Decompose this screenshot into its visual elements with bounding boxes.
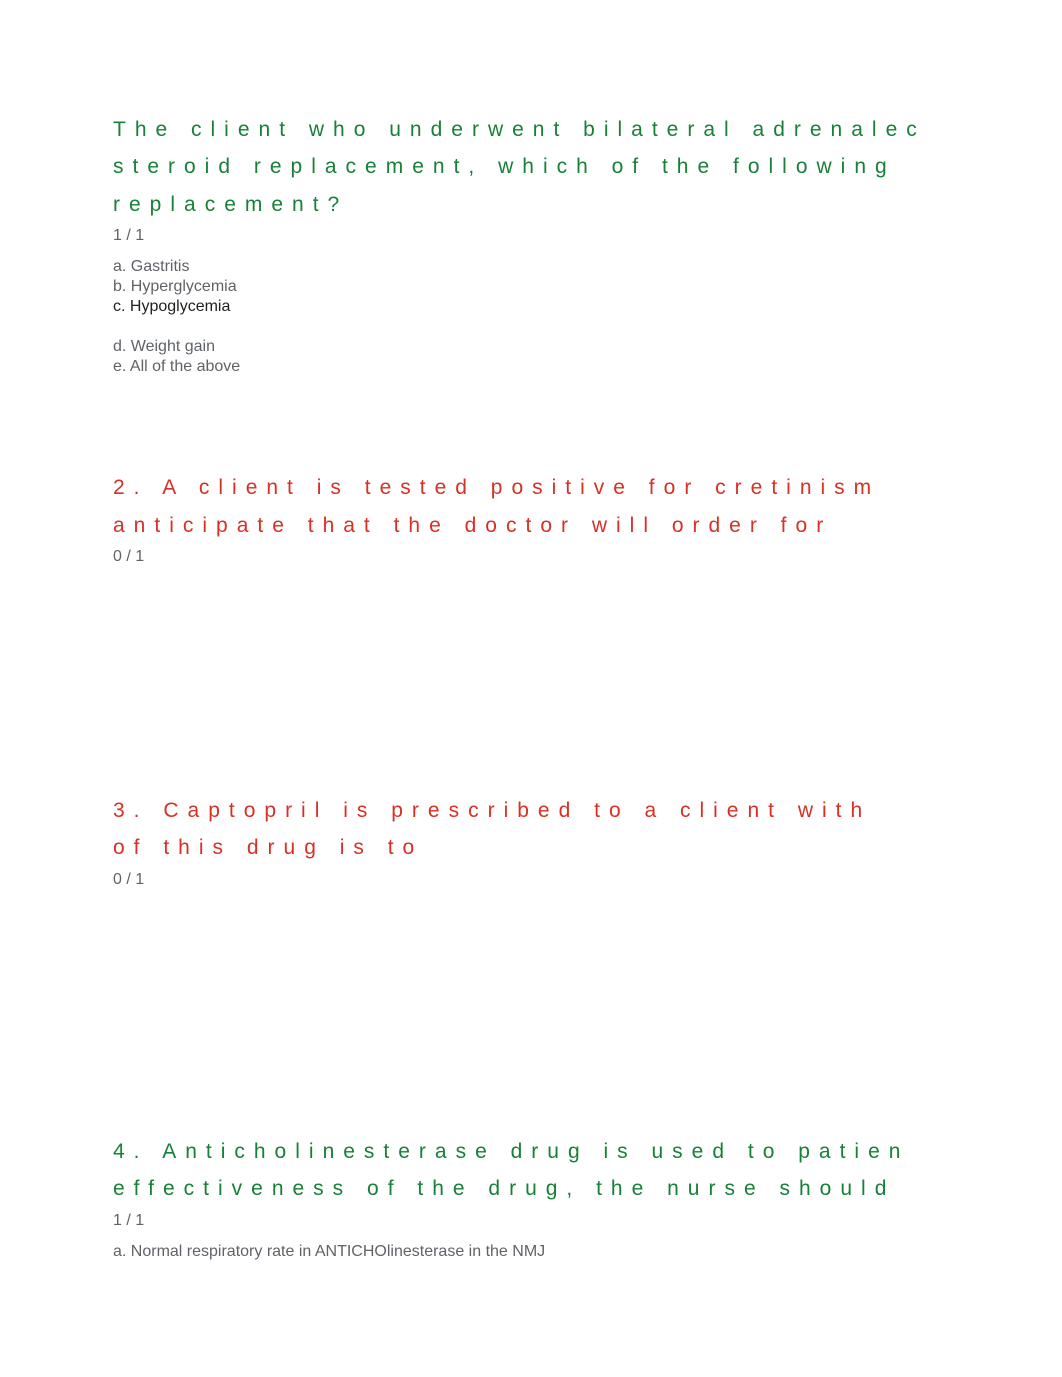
question-3-line-2: of this drug is to (113, 833, 1062, 862)
question-4-line-1: 4. Anticholinesterase drug is used to pa… (113, 1137, 1062, 1166)
question-1-line-1: The client who underwent bilateral adren… (113, 115, 1062, 144)
question-1-option-b: b. Hyperglycemia (113, 277, 1062, 297)
question-4-option-a: a. Normal respiratory rate in ANTICHOlin… (113, 1242, 1062, 1262)
question-4-score: 1 / 1 (113, 1212, 1062, 1230)
question-2-score: 0 / 1 (113, 548, 1062, 566)
question-3-line-1: 3. Captopril is prescribed to a client w… (113, 796, 1062, 825)
question-3-score: 0 / 1 (113, 871, 1062, 889)
question-4: 4. Anticholinesterase drug is used to pa… (113, 1137, 1062, 1262)
question-1-score: 1 / 1 (113, 227, 1062, 245)
question-2-line-2: anticipate that the doctor will order fo… (113, 511, 1062, 540)
question-2-line-1: 2. A client is tested positive for creti… (113, 473, 1062, 502)
question-1: The client who underwent bilateral adren… (113, 115, 1062, 377)
question-1-option-c: c. Hypoglycemia (113, 297, 1062, 317)
question-1-option-e: e. All of the above (113, 357, 1062, 377)
question-2: 2. A client is tested positive for creti… (113, 473, 1062, 566)
question-3: 3. Captopril is prescribed to a client w… (113, 796, 1062, 889)
question-1-line-3: replacement? (113, 190, 1062, 219)
question-1-option-d: d. Weight gain (113, 337, 1062, 357)
question-4-line-2: effectiveness of the drug, the nurse sho… (113, 1174, 1062, 1203)
question-1-line-2: steroid replacement, which of the follow… (113, 152, 1062, 181)
question-1-option-a: a. Gastritis (113, 257, 1062, 277)
